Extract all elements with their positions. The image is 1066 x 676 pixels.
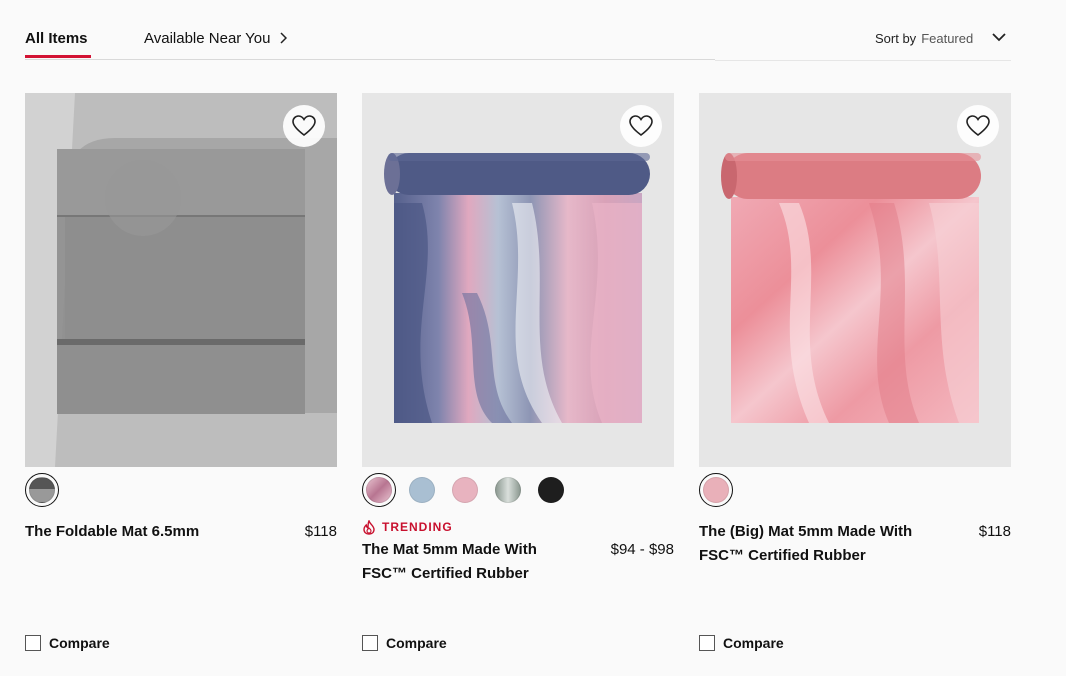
trending-badge-label: TRENDING <box>382 520 453 534</box>
heart-icon <box>966 115 990 137</box>
tab-available-near-you-label: Available Near You <box>144 30 271 47</box>
product-name[interactable]: The (Big) Mat 5mm Made With FSC™ Certifi… <box>699 520 919 568</box>
color-swatch-dot <box>409 477 435 503</box>
color-swatches <box>699 473 1011 507</box>
product-card[interactable]: $118 The (Big) Mat 5mm Made With FSC™ Ce… <box>699 93 1011 610</box>
checkbox[interactable] <box>25 635 41 651</box>
compare-label: Compare <box>49 635 110 651</box>
product-price: $94 - $98 <box>610 541 674 558</box>
sort-value: Featured <box>921 30 974 46</box>
compare-checkbox[interactable]: Compare <box>699 635 784 651</box>
tab-available-near-you[interactable]: Available Near You <box>144 30 287 49</box>
color-swatch-dot <box>452 477 478 503</box>
color-swatch-dot <box>703 477 729 503</box>
color-swatch[interactable] <box>448 473 482 507</box>
product-price: $118 <box>304 523 337 540</box>
flame-icon <box>363 519 375 535</box>
tab-all-items[interactable]: All Items <box>25 30 88 48</box>
color-swatch[interactable] <box>25 473 59 507</box>
color-swatch-dot <box>366 477 392 503</box>
divider <box>715 60 1011 61</box>
compare-checkbox[interactable]: Compare <box>362 635 447 651</box>
compare-label: Compare <box>386 635 447 651</box>
product-name[interactable]: The Mat 5mm Made With FSC™ Certified Rub… <box>362 538 582 586</box>
product-card[interactable]: TRENDING $94 - $98 The Mat 5mm Made With… <box>362 93 674 610</box>
product-info: TRENDING $94 - $98 The Mat 5mm Made With… <box>362 519 674 610</box>
color-swatches <box>362 473 674 507</box>
color-swatch[interactable] <box>534 473 568 507</box>
compare-label: Compare <box>723 635 784 651</box>
wishlist-button[interactable] <box>957 105 999 147</box>
product-info: $118 The Foldable Mat 6.5mm <box>25 520 337 610</box>
color-swatch-dot <box>495 477 521 503</box>
product-info: $118 The (Big) Mat 5mm Made With FSC™ Ce… <box>699 520 1011 610</box>
color-swatch-dot <box>538 477 564 503</box>
heart-icon <box>292 115 316 137</box>
wishlist-button[interactable] <box>620 105 662 147</box>
compare-checkbox[interactable]: Compare <box>25 635 110 651</box>
color-swatches <box>25 473 337 507</box>
color-swatch[interactable] <box>491 473 525 507</box>
active-tab-indicator <box>25 55 91 58</box>
checkbox[interactable] <box>362 635 378 651</box>
color-swatch-dot <box>29 477 55 503</box>
heart-icon <box>629 115 653 137</box>
trending-badge: TRENDING <box>362 519 674 535</box>
color-swatch[interactable] <box>362 473 396 507</box>
product-card[interactable]: $118 The Foldable Mat 6.5mm <box>25 93 337 610</box>
wishlist-button[interactable] <box>283 105 325 147</box>
product-price: $118 <box>978 523 1011 540</box>
product-image[interactable] <box>25 93 337 467</box>
sort-label: Sort by <box>875 30 917 46</box>
product-image[interactable] <box>362 93 674 467</box>
color-swatch[interactable] <box>699 473 733 507</box>
filter-tabs: All Items Available Near You <box>25 0 715 60</box>
product-image[interactable] <box>699 93 1011 467</box>
color-swatch[interactable] <box>405 473 439 507</box>
chevron-down-icon <box>992 29 1006 47</box>
chevron-right-icon <box>279 31 287 49</box>
product-name[interactable]: The Foldable Mat 6.5mm <box>25 520 245 544</box>
checkbox[interactable] <box>699 635 715 651</box>
sort-dropdown[interactable]: Sort by Featured <box>875 29 1006 47</box>
